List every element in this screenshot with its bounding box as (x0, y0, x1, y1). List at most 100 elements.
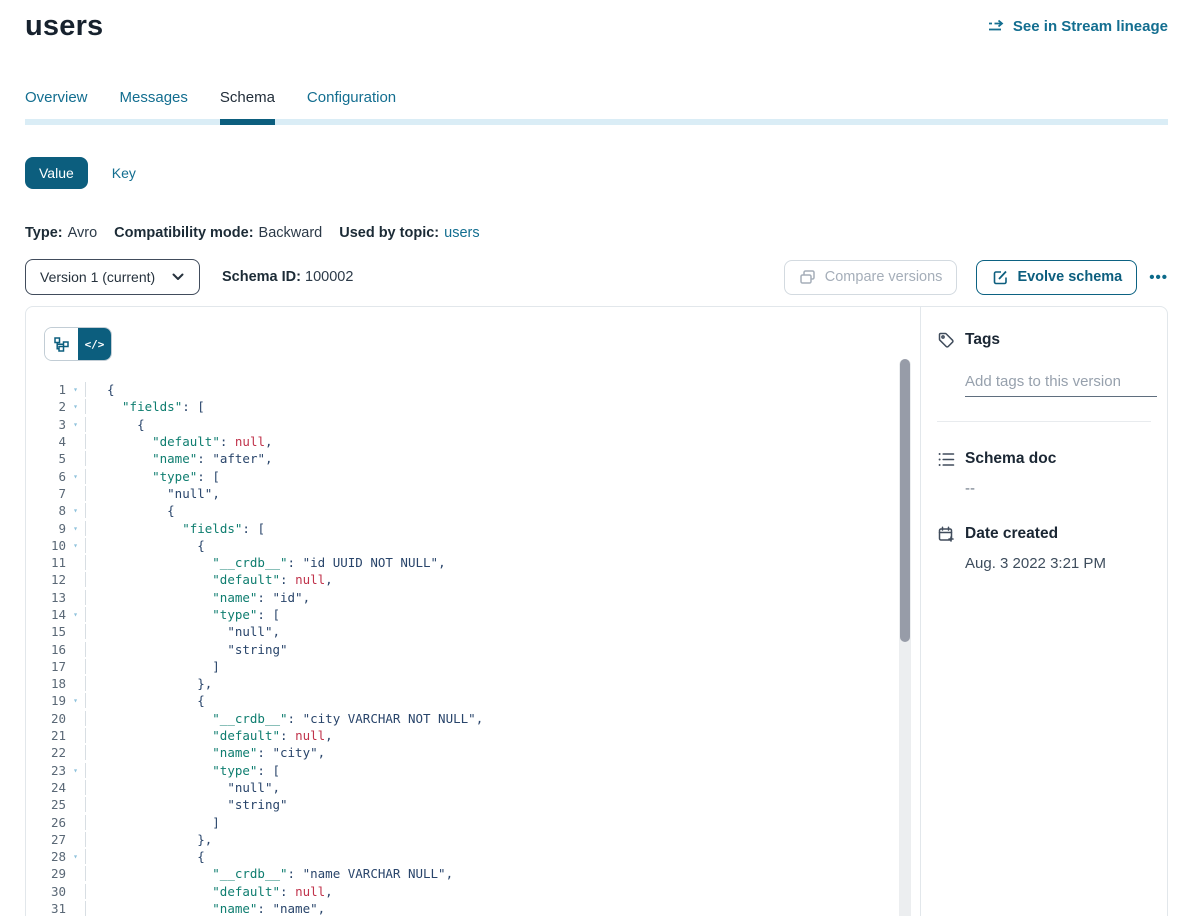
code-text: "default": null, (85, 884, 920, 899)
code-text: "type": [ (85, 469, 920, 484)
code-line: 14▾"type": [ (26, 606, 920, 623)
code-text: "null", (85, 486, 920, 501)
line-number: 22 (26, 745, 66, 760)
schema-meta-row: Type: Avro Compatibility mode: Backward … (25, 225, 1168, 241)
tags-title: Tags (965, 331, 1000, 349)
line-number: 13 (26, 590, 66, 605)
fold-toggle-icon[interactable]: ▾ (66, 506, 85, 515)
fold-toggle-icon[interactable]: ▾ (66, 610, 85, 619)
add-tags-input[interactable] (965, 371, 1157, 397)
schema-code-editor[interactable]: 1▾{2▾"fields": [3▾{4"default": null,5"na… (26, 381, 920, 916)
line-number: 14 (26, 607, 66, 622)
code-text: "null", (85, 780, 920, 795)
version-select[interactable]: Version 1 (current) (25, 259, 200, 295)
line-number: 3 (26, 417, 66, 432)
schema-editor-pane: </> 1▾{2▾"fields": [3▾{4"default": null,… (26, 307, 920, 916)
code-text: "name": "city", (85, 745, 920, 760)
code-text: { (85, 417, 920, 432)
code-line: 10▾{ (26, 537, 920, 554)
code-text: "name": "after", (85, 451, 920, 466)
line-number: 21 (26, 728, 66, 743)
value-toggle-button[interactable]: Value (25, 157, 88, 189)
compare-versions-button[interactable]: Compare versions (784, 260, 958, 295)
schema-metadata-sidebar: Tags Schema doc -- (920, 307, 1167, 916)
tab-schema[interactable]: Schema (220, 89, 275, 106)
active-tab-indicator (220, 119, 275, 125)
line-number: 12 (26, 572, 66, 587)
code-text: "__crdb__": "id UUID NOT NULL", (85, 555, 920, 570)
tab-bar: Overview Messages Schema Configuration (25, 89, 1168, 125)
schema-doc-title: Schema doc (965, 450, 1056, 468)
fold-toggle-icon[interactable]: ▾ (66, 385, 85, 394)
page-title: users (25, 10, 103, 43)
tree-view-button[interactable] (45, 328, 78, 360)
line-number: 15 (26, 624, 66, 639)
code-text: "string" (85, 797, 920, 812)
editor-scrollbar-track[interactable] (899, 359, 911, 916)
fold-toggle-icon[interactable]: ▾ (66, 402, 85, 411)
line-number: 29 (26, 866, 66, 881)
code-text: "fields": [ (85, 399, 920, 414)
line-number: 23 (26, 763, 66, 778)
code-line: 16"string" (26, 640, 920, 657)
code-text: { (85, 849, 920, 864)
code-line: 20"__crdb__": "city VARCHAR NOT NULL", (26, 710, 920, 727)
tab-configuration[interactable]: Configuration (307, 89, 396, 106)
line-number: 8 (26, 503, 66, 518)
date-created-value: Aug. 3 2022 3:21 PM (965, 555, 1151, 572)
key-toggle-button[interactable]: Key (112, 165, 136, 181)
code-line: 15"null", (26, 623, 920, 640)
editor-scrollbar-thumb[interactable] (900, 359, 910, 642)
code-text: { (85, 693, 920, 708)
code-view-button[interactable]: </> (78, 328, 111, 360)
fold-toggle-icon[interactable]: ▾ (66, 696, 85, 705)
code-text: "name": "id", (85, 590, 920, 605)
line-number: 7 (26, 486, 66, 501)
line-number: 19 (26, 693, 66, 708)
fold-toggle-icon[interactable]: ▾ (66, 852, 85, 861)
line-number: 5 (26, 451, 66, 466)
code-line: 13 "name": "id", (26, 589, 920, 606)
code-line: 29 "__crdb__": "name VARCHAR NULL", (26, 865, 920, 882)
topic-link[interactable]: users (444, 225, 479, 241)
tags-section-header: Tags (937, 331, 1151, 349)
fold-toggle-icon[interactable]: ▾ (66, 472, 85, 481)
tree-view-icon (53, 335, 71, 353)
code-text: }, (85, 676, 920, 691)
code-text: }, (85, 832, 920, 847)
code-view-icon: </> (85, 338, 105, 351)
line-number: 17 (26, 659, 66, 674)
tag-icon (937, 331, 955, 349)
page-header: users See in Stream lineage (25, 10, 1168, 43)
code-line: 24"null", (26, 779, 920, 796)
fold-toggle-icon[interactable]: ▾ (66, 766, 85, 775)
fold-toggle-icon[interactable]: ▾ (66, 524, 85, 533)
tab-messages[interactable]: Messages (120, 89, 188, 106)
line-number: 9 (26, 521, 66, 536)
code-line: 5 "name": "after", (26, 450, 920, 467)
code-line: 9▾"fields": [ (26, 519, 920, 536)
more-actions-button[interactable]: ••• (1149, 269, 1168, 286)
compare-versions-icon (799, 268, 817, 286)
version-select-value: Version 1 (current) (40, 269, 155, 285)
stream-lineage-link[interactable]: See in Stream lineage (988, 17, 1168, 35)
code-text: "default": null, (85, 572, 920, 587)
schema-id-label: Schema ID: (222, 269, 301, 285)
code-line: 7 "null", (26, 485, 920, 502)
tab-overview[interactable]: Overview (25, 89, 88, 106)
code-line: 26] (26, 813, 920, 830)
code-line: 6▾"type": [ (26, 467, 920, 484)
code-text: "default": null, (85, 728, 920, 743)
code-text: ] (85, 815, 920, 830)
code-line: 25"string" (26, 796, 920, 813)
evolve-schema-button[interactable]: Evolve schema (976, 260, 1137, 295)
fold-toggle-icon[interactable]: ▾ (66, 541, 85, 550)
code-text: "__crdb__": "name VARCHAR NULL", (85, 866, 920, 881)
line-number: 11 (26, 555, 66, 570)
editor-view-toggle: </> (44, 327, 112, 361)
fold-toggle-icon[interactable]: ▾ (66, 420, 85, 429)
code-text: "type": [ (85, 607, 920, 622)
used-by-topic-label: Used by topic: (339, 225, 439, 241)
tab-underline-track (25, 119, 1168, 125)
code-line: 12 "default": null, (26, 571, 920, 588)
